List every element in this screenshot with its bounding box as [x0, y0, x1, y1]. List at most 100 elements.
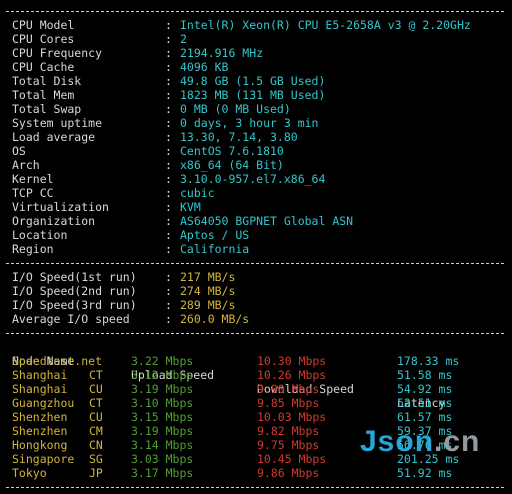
speed-node-name: Shenzhen [12, 410, 68, 424]
system-info-row: Kernel:3.10.0-957.el7.x86_64 [0, 172, 512, 186]
system-info-value: AS64050 BGPNET Global ASN [180, 214, 354, 228]
system-info-label: CPU Cores [12, 32, 75, 46]
speed-node-name: Speedtest.net [12, 354, 103, 368]
system-info-row: Load average:13.30, 7.14, 3.80 [0, 130, 512, 144]
divider-after-system-info [0, 256, 512, 270]
speed-table-row: Shanghai CU 3.19 Mbps 9.90 Mbps 54.92 ms [0, 382, 512, 396]
io-speed-row: Average I/O speed:260.0 MB/s [0, 312, 512, 326]
system-info-row: CPU Cores:2 [0, 32, 512, 46]
speed-upload-value: 3.17 Mbps [131, 466, 194, 480]
speed-latency-value: 52.51 ms [397, 396, 453, 410]
speed-node-isp: CT [89, 368, 103, 382]
io-speed-row: I/O Speed(2nd run):274 MB/s [0, 284, 512, 298]
speed-table-row: Tokyo JP 3.17 Mbps 9.86 Mbps 51.92 ms [0, 466, 512, 480]
system-info-value: 2194.916 MHz [180, 46, 264, 60]
system-info-value: CentOS 7.6.1810 [180, 144, 284, 158]
system-info-row: CPU Frequency:2194.916 MHz [0, 46, 512, 60]
io-speed-value: 217 MB/s [180, 270, 236, 284]
system-info-label: TCP CC [12, 186, 54, 200]
terminal-output[interactable]: CPU Model: Intel(R) Xeon(R) CPU E5-2658A … [0, 4, 512, 492]
system-info-label: Total Mem [12, 88, 75, 102]
speed-download-value: 10.30 Mbps [257, 354, 327, 368]
system-info-label: Arch [12, 158, 40, 172]
system-info-row: Location: Aptos / US [0, 228, 512, 242]
io-speed-separator: : [165, 270, 172, 284]
speed-upload-value: 3.10 Mbps [131, 396, 194, 410]
system-info-separator: : [165, 32, 172, 46]
speed-table-rows: Speedtest.net 3.22 Mbps 10.30 Mbps 178.33 m… [0, 354, 512, 480]
io-speed-separator: : [165, 284, 172, 298]
speed-node-isp: CT [89, 396, 103, 410]
io-speed-separator: : [165, 298, 172, 312]
system-info-label: Organization [12, 214, 96, 228]
system-info-separator: : [165, 214, 172, 228]
speed-table-row: Guangzhou CT 3.10 Mbps 9.85 Mbps 52.51 ms [0, 396, 512, 410]
system-info-row: CPU Model: Intel(R) Xeon(R) CPU E5-2658A … [0, 18, 512, 32]
system-info-row: Organization: AS64050 BGPNET Global ASN [0, 214, 512, 228]
system-info-label: Kernel [12, 172, 54, 186]
system-info-separator: : [165, 130, 172, 144]
system-info-value: 13.30, 7.14, 3.80 [180, 130, 298, 144]
speed-node-isp: CN [89, 438, 103, 452]
system-info-value: 2 [180, 32, 187, 46]
system-info-section: CPU Model: Intel(R) Xeon(R) CPU E5-2658A … [0, 18, 512, 256]
system-info-separator: : [165, 74, 172, 88]
system-info-separator: : [165, 46, 172, 60]
system-info-value: x86_64 (64 Bit) [180, 158, 284, 172]
system-info-row: System uptime:0 days, 3 hour 3 min [0, 116, 512, 130]
system-info-label: Region [12, 242, 54, 256]
io-speed-label: I/O Speed(2nd run) [12, 284, 137, 298]
system-info-value: 49.8 GB (1.5 GB Used) [180, 74, 326, 88]
speed-download-value: 9.85 Mbps [257, 396, 320, 410]
system-info-separator: : [165, 158, 172, 172]
system-info-separator: : [165, 172, 172, 186]
system-info-value: 4096 KB [180, 60, 229, 74]
system-info-row: CPU Cache:4096 KB [0, 60, 512, 74]
speed-upload-value: 3.03 Mbps [131, 452, 194, 466]
watermark-logo: Json.cn [360, 425, 480, 459]
speed-node-name: Shanghai [12, 382, 68, 396]
speed-node-name: Singapore [12, 452, 75, 466]
speed-upload-value: 3.15 Mbps [131, 410, 194, 424]
speed-upload-value: 3.22 Mbps [131, 354, 194, 368]
system-info-row: Region: California [0, 242, 512, 256]
speed-download-value: 10.26 Mbps [257, 368, 327, 382]
speed-node-name: Shenzhen [12, 424, 68, 438]
speed-latency-value: 178.33 ms [397, 354, 460, 368]
speed-download-value: 9.86 Mbps [257, 466, 320, 480]
system-info-separator: : [165, 144, 172, 158]
io-speed-row: I/O Speed(1st run):217 MB/s [0, 270, 512, 284]
speed-upload-value: 3.19 Mbps [131, 424, 194, 438]
system-info-label: Location [12, 228, 68, 242]
system-info-label: System uptime [12, 116, 103, 130]
io-speed-row: I/O Speed(3rd run):289 MB/s [0, 298, 512, 312]
io-speed-section: I/O Speed(1st run):217 MB/s I/O Speed(2nd… [0, 270, 512, 326]
io-speed-value: 260.0 MB/s [180, 312, 250, 326]
speed-node-name: Hongkong [12, 438, 68, 452]
speed-table-header: Node Name Upload Speed Download Speed La… [0, 340, 512, 410]
speed-download-value: 9.82 Mbps [257, 424, 320, 438]
system-info-value: 3.10.0-957.el7.x86_64 [180, 172, 326, 186]
system-info-row: Arch: x86_64 (64 Bit) [0, 158, 512, 172]
speed-download-value: 9.90 Mbps [257, 382, 320, 396]
system-info-label: CPU Model [12, 18, 75, 32]
system-info-separator: : [165, 116, 172, 130]
system-info-label: Load average [12, 130, 96, 144]
speed-node-isp: JP [89, 466, 103, 480]
watermark-text-cn: .cn [434, 425, 481, 458]
speed-latency-value: 51.58 ms [397, 368, 453, 382]
speed-download-value: 10.45 Mbps [257, 452, 327, 466]
system-info-row: TCP CC: cubic [0, 186, 512, 200]
speed-node-name: Guangzhou [12, 396, 75, 410]
speed-node-name: Shanghai [12, 368, 68, 382]
speed-node-isp: CM [89, 424, 103, 438]
io-speed-separator: : [165, 312, 172, 326]
system-info-label: OS [12, 144, 26, 158]
speed-table-row: Speedtest.net 3.22 Mbps 10.30 Mbps 178.33 m… [0, 354, 512, 368]
io-speed-value: 274 MB/s [180, 284, 236, 298]
system-info-row: Total Disk:49.8 GB (1.5 GB Used) [0, 74, 512, 88]
system-info-row: Virtualization: KVM [0, 200, 512, 214]
system-info-row: Total Mem:1823 MB (131 MB Used) [0, 88, 512, 102]
speed-latency-value: 61.57 ms [397, 410, 453, 424]
system-info-separator: : [165, 102, 172, 116]
